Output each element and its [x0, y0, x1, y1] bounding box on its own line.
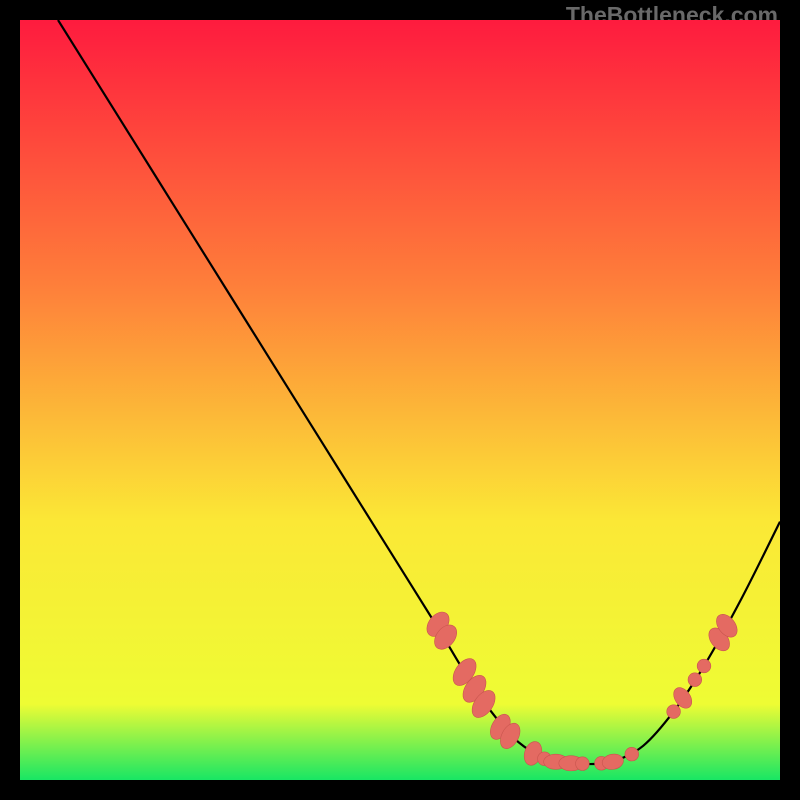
data-marker — [667, 705, 681, 719]
data-marker — [576, 757, 590, 771]
data-marker — [688, 673, 702, 687]
gradient-background — [20, 20, 780, 780]
data-marker — [625, 747, 639, 761]
data-marker — [697, 659, 711, 673]
chart-frame — [20, 20, 780, 780]
chart-svg — [20, 20, 780, 780]
